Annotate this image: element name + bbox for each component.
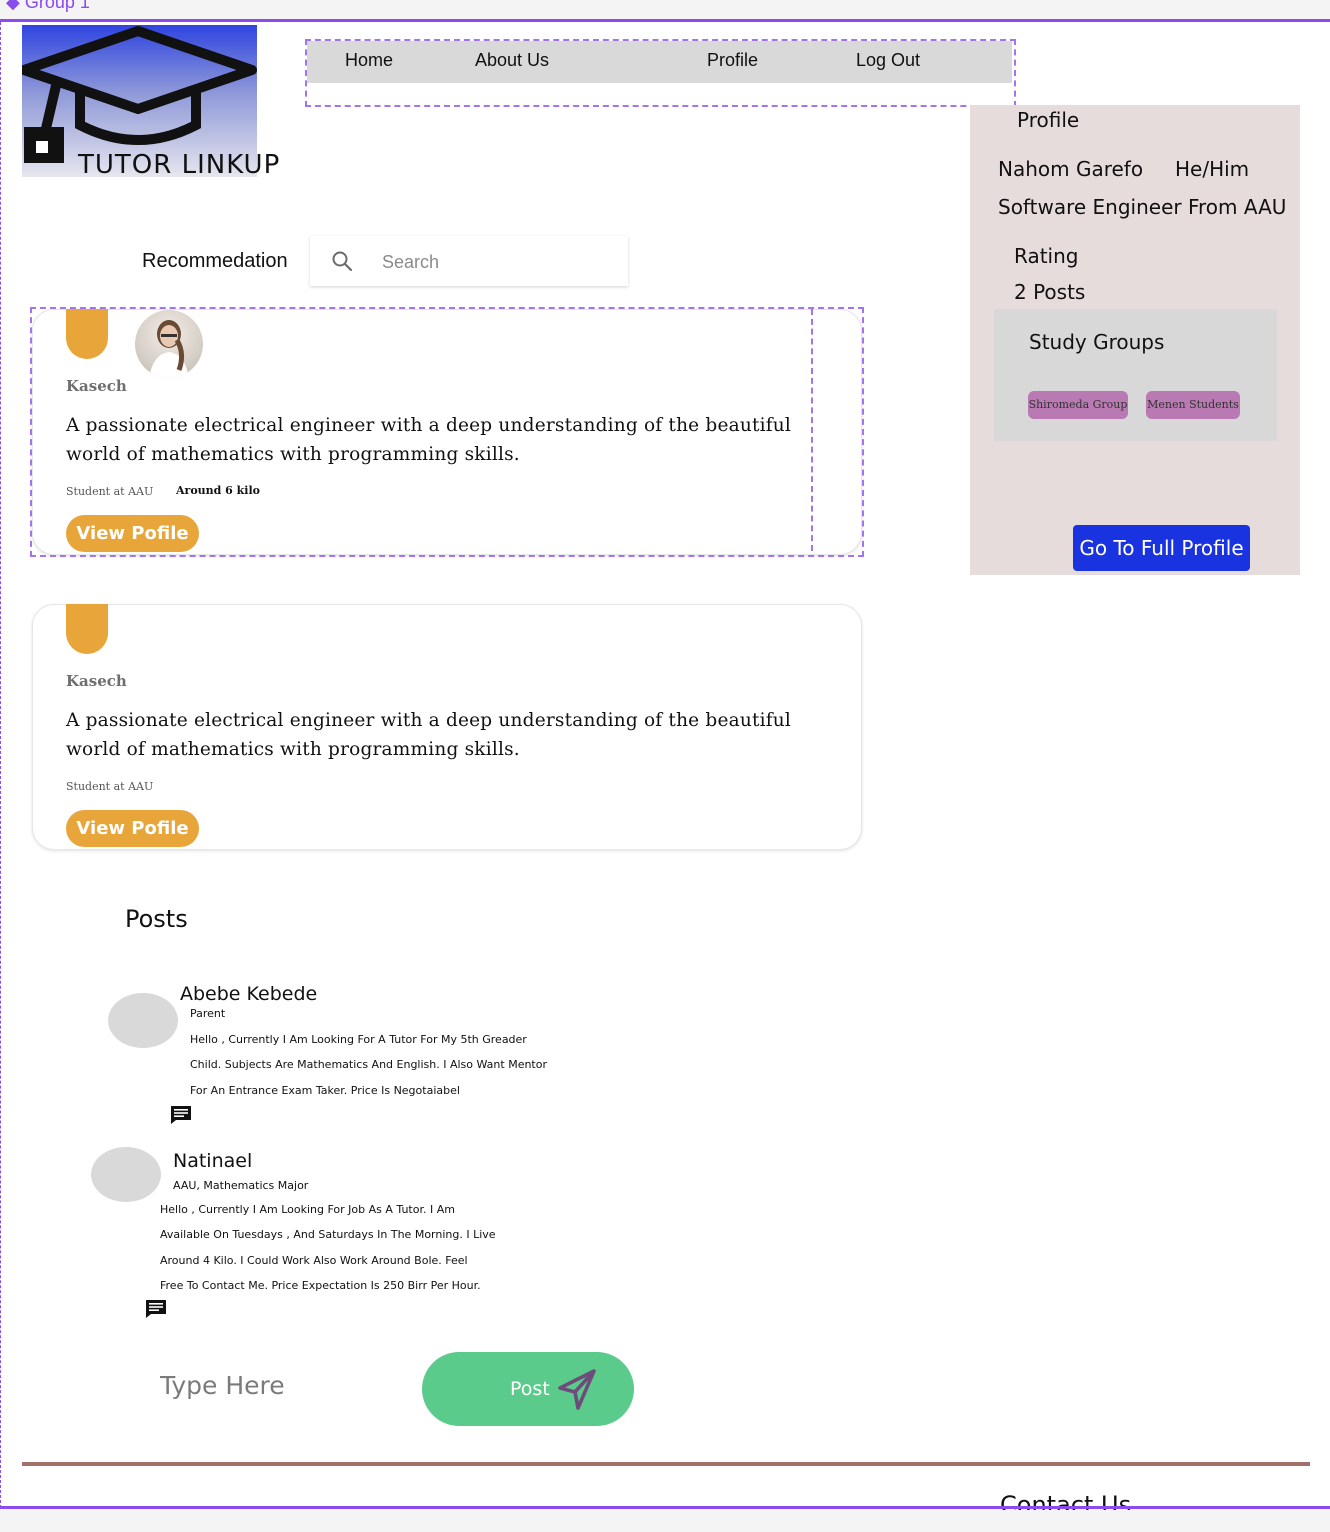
post-author: Abebe Kebede (180, 983, 318, 1005)
post-author: Natinael (173, 1150, 253, 1172)
bookmark-tab (66, 604, 108, 654)
profile-posts-count: 2 Posts (1014, 280, 1086, 304)
profile-headline: Software Engineer From AAU (998, 195, 1287, 219)
tutor-avatar (135, 310, 203, 378)
study-group-chip[interactable]: Menen Students (1146, 391, 1240, 419)
footer-divider (22, 1462, 1310, 1466)
study-groups-title: Study Groups (1029, 330, 1165, 354)
post-text-line: Hello , Currently I Am Looking For A Tut… (190, 1033, 527, 1046)
study-group-chip[interactable]: Shiromeda Group (1028, 391, 1128, 419)
tutor-description-line: world of mathematics with programming sk… (66, 444, 520, 465)
full-profile-button[interactable]: Go To Full Profile (1073, 525, 1250, 571)
nav-about-us[interactable]: About Us (475, 50, 549, 71)
search-input[interactable] (380, 248, 614, 276)
profile-pronouns: He/Him (1175, 157, 1250, 181)
recommendation-label[interactable]: Recommedation (142, 250, 288, 273)
frame-label: ◆ Group 1 (6, 0, 90, 12)
selection-divider (811, 309, 813, 551)
profile-title: Profile (1017, 108, 1080, 132)
avatar-photo-icon (149, 320, 189, 378)
tutor-description-line: A passionate electrical engineer with a … (66, 710, 791, 731)
frame-bottom-border (0, 1506, 1330, 1509)
post-text-line: Around 4 Kilo. I Could Work Also Work Ar… (160, 1254, 468, 1267)
tutor-name: Kasech (66, 672, 127, 690)
bookmark-tab (66, 309, 108, 359)
post-text-line: Child. Subjects Are Mathematics And Engl… (190, 1058, 548, 1071)
message-icon[interactable] (145, 1299, 167, 1319)
tutor-description-line: A passionate electrical engineer with a … (66, 415, 791, 436)
post-author-role: AAU, Mathematics Major (173, 1179, 309, 1192)
nav-profile[interactable]: Profile (707, 50, 758, 71)
tutor-description: A passionate electrical engineer with a … (66, 411, 806, 469)
frame-top-border (0, 19, 1330, 22)
tutor-distance: Around 6 kilo (176, 484, 260, 497)
view-profile-button[interactable]: View Pofile (66, 810, 199, 847)
post-author-role: Parent (190, 1007, 226, 1020)
canvas-background (0, 1510, 1330, 1532)
tutor-name: Kasech (66, 377, 127, 395)
post-text-line: For An Entrance Exam Taker. Price Is Neg… (190, 1084, 460, 1097)
avatar (108, 993, 178, 1048)
tutor-role: Student at AAU (66, 780, 154, 793)
study-groups-box (994, 309, 1277, 441)
post-text-line: Hello , Currently I Am Looking For Job A… (160, 1203, 455, 1216)
logo-text: TUTOR LINKUP (78, 150, 281, 180)
posts-title: Posts (125, 905, 188, 933)
nav-log-out[interactable]: Log Out (856, 50, 920, 71)
tutor-role: Student at AAU (66, 485, 154, 498)
tutor-description: A passionate electrical engineer with a … (66, 706, 806, 764)
nav-home[interactable]: Home (345, 50, 393, 71)
profile-name: Nahom Garefo (998, 157, 1144, 181)
post-button-label: Post (510, 1378, 550, 1400)
avatar (91, 1147, 161, 1202)
view-profile-button[interactable]: View Pofile (66, 515, 199, 552)
profile-rating-label: Rating (1014, 244, 1079, 268)
post-text-line: Free To Contact Me. Price Expectation Is… (160, 1279, 481, 1292)
message-icon[interactable] (170, 1105, 192, 1125)
post-composer-input[interactable] (158, 1366, 402, 1404)
post-text-line: Available On Tuesdays , And Saturdays In… (160, 1228, 496, 1241)
tutor-description-line: world of mathematics with programming sk… (66, 739, 520, 760)
send-icon (558, 1369, 596, 1410)
search-icon (332, 251, 353, 272)
